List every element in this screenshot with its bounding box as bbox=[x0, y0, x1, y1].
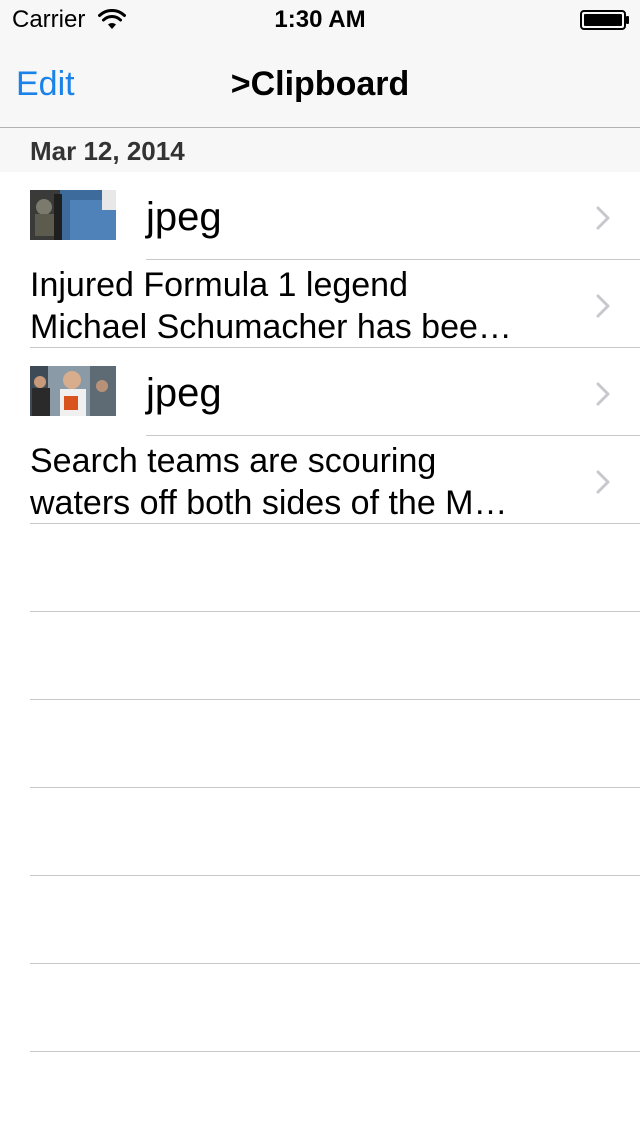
chevron-right-icon bbox=[596, 382, 610, 406]
item-title: jpeg bbox=[146, 195, 222, 239]
section-date-label: Mar 12, 2014 bbox=[30, 136, 185, 166]
item-text-line-1: Injured Formula 1 legend bbox=[30, 266, 409, 304]
chevron-right-icon bbox=[596, 470, 610, 494]
page-title: >Clipboard bbox=[230, 65, 410, 103]
empty-row bbox=[0, 524, 640, 612]
empty-row bbox=[0, 788, 640, 876]
navigation-bar: Edit >Clipboard bbox=[0, 40, 640, 128]
empty-row bbox=[0, 700, 640, 788]
chevron-right-icon bbox=[596, 294, 610, 318]
chevron-right-icon bbox=[596, 206, 610, 230]
empty-row bbox=[0, 876, 640, 964]
item-text-line-2: waters off both sides of the M… bbox=[30, 484, 508, 522]
photo-thumbnail-racing-driver bbox=[30, 366, 116, 416]
status-bar: Carrier 1:30 AM bbox=[0, 0, 640, 40]
empty-row bbox=[0, 964, 640, 1052]
top-bar: Carrier 1:30 AM Edit >Clipboard bbox=[0, 0, 640, 128]
clipboard-item-text[interactable]: Injured Formula 1 legend Michael Schumac… bbox=[0, 260, 640, 348]
clipboard-item-text[interactable]: Search teams are scouring waters off bot… bbox=[0, 436, 640, 524]
photo-thumbnail-aircraft-crew bbox=[30, 190, 116, 240]
empty-row bbox=[0, 612, 640, 700]
clipboard-screen: Carrier 1:30 AM Edit >Clipboard Mar 12, … bbox=[0, 0, 640, 1136]
item-text: Search teams are scouring waters off bot… bbox=[30, 440, 570, 524]
item-text-line-2: Michael Schumacher has bee… bbox=[30, 308, 512, 346]
item-text-line-1: Search teams are scouring bbox=[30, 442, 437, 480]
clipboard-item-image[interactable]: jpeg bbox=[0, 172, 640, 260]
clipboard-item-image[interactable]: jpeg bbox=[0, 348, 640, 436]
clipboard-list: jpeg Injured Formula 1 legend Michael Sc… bbox=[0, 172, 640, 1136]
battery-icon bbox=[580, 10, 629, 30]
empty-row bbox=[0, 1052, 640, 1136]
item-title: jpeg bbox=[146, 371, 222, 415]
item-text: Injured Formula 1 legend Michael Schumac… bbox=[30, 264, 570, 348]
status-time: 1:30 AM bbox=[274, 6, 366, 33]
section-header: Mar 12, 2014 bbox=[0, 128, 640, 172]
